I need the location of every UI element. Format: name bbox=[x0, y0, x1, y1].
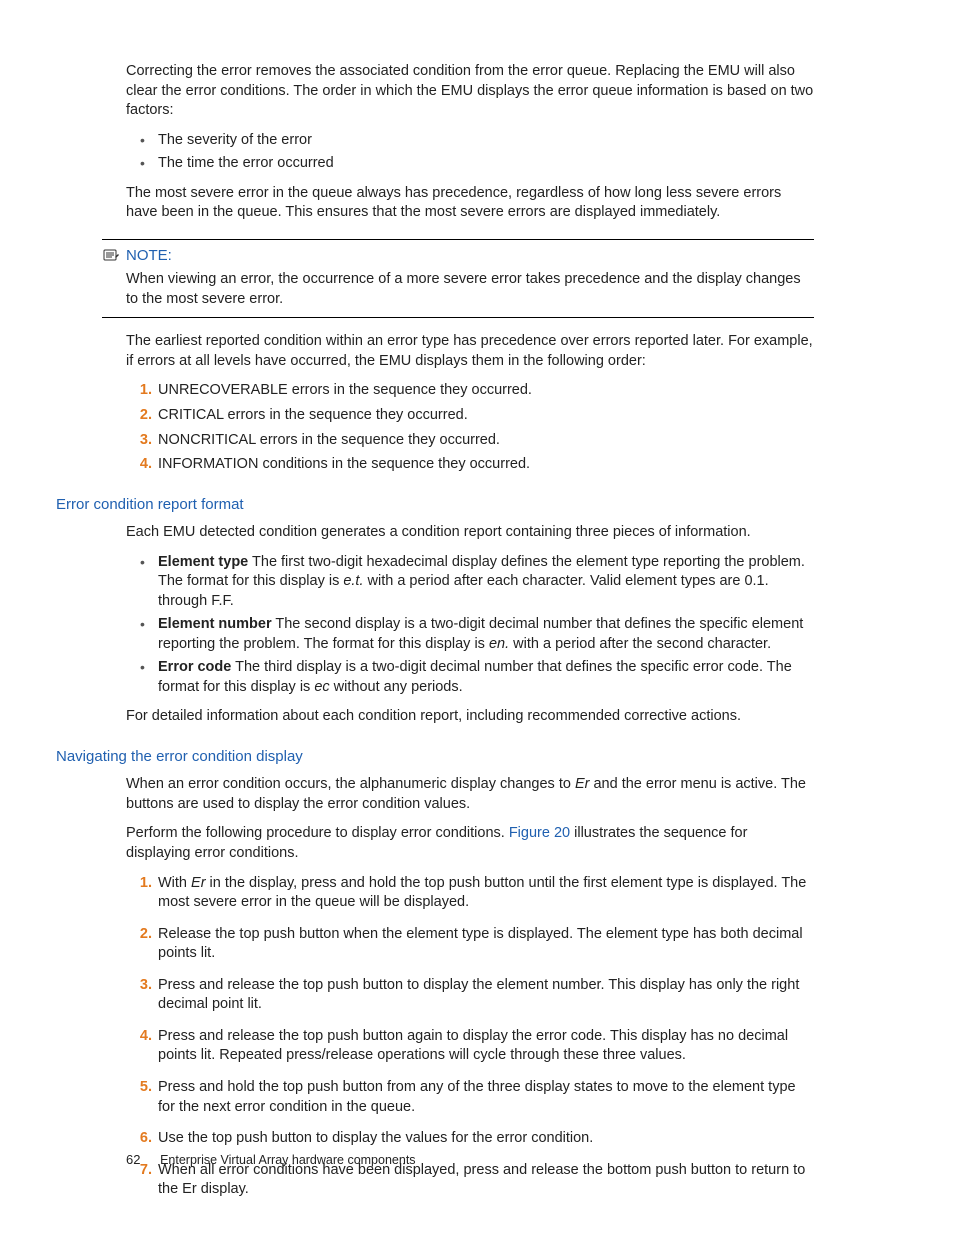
section-heading: Navigating the error condition display bbox=[56, 747, 814, 767]
paragraph: When an error condition occurs, the alph… bbox=[126, 775, 814, 814]
item-text: with a period after the second character… bbox=[509, 636, 771, 652]
step-text: Press and hold the top push button from … bbox=[158, 1079, 796, 1115]
section-heading: Error condition report format bbox=[56, 495, 814, 515]
item-code: en. bbox=[489, 636, 509, 652]
item-code: e.t. bbox=[343, 573, 363, 589]
factor-list: The severity of the error The time the e… bbox=[136, 131, 814, 174]
list-item: The severity of the error bbox=[136, 131, 814, 151]
step-text: Use the top push button to display the v… bbox=[158, 1130, 593, 1146]
step-text: Release the top push button when the ele… bbox=[158, 926, 803, 962]
list-item: Press and hold the top push button from … bbox=[126, 1078, 814, 1117]
item-code: ec bbox=[314, 679, 329, 695]
page-number: 62 bbox=[126, 1152, 140, 1167]
list-item: Error code The third display is a two-di… bbox=[136, 658, 814, 697]
note-block: NOTE: When viewing an error, the occurre… bbox=[102, 239, 814, 318]
inline-code: Er bbox=[191, 875, 206, 891]
text: Perform the following procedure to displ… bbox=[126, 825, 509, 841]
list-item: Element type The first two-digit hexadec… bbox=[136, 553, 814, 612]
list-item: Release the top push button when the ele… bbox=[126, 925, 814, 964]
text: When an error condition occurs, the alph… bbox=[126, 776, 575, 792]
list-item: Use the top push button to display the v… bbox=[126, 1129, 814, 1149]
item-label: Element number bbox=[158, 616, 272, 632]
item-label: Element type bbox=[158, 554, 248, 570]
step-text: in the display, press and hold the top p… bbox=[158, 875, 806, 911]
list-item: UNRECOVERABLE errors in the sequence the… bbox=[126, 381, 814, 401]
paragraph: Correcting the error removes the associa… bbox=[126, 62, 814, 121]
list-item: INFORMATION conditions in the sequence t… bbox=[126, 455, 814, 475]
list-item: Press and release the top push button ag… bbox=[126, 1027, 814, 1066]
note-icon bbox=[102, 248, 120, 262]
item-text: The third display is a two-digit decimal… bbox=[158, 659, 792, 695]
paragraph: Each EMU detected condition generates a … bbox=[126, 523, 814, 543]
figure-link[interactable]: Figure 20 bbox=[509, 825, 570, 841]
element-list: Element type The first two-digit hexadec… bbox=[136, 553, 814, 698]
list-item: Press and release the top push button to… bbox=[126, 976, 814, 1015]
item-label: Error code bbox=[158, 659, 231, 675]
precedence-list: UNRECOVERABLE errors in the sequence the… bbox=[126, 381, 814, 474]
document-page: Correcting the error removes the associa… bbox=[0, 0, 954, 1235]
list-item: The time the error occurred bbox=[136, 154, 814, 174]
list-item: CRITICAL errors in the sequence they occ… bbox=[126, 406, 814, 426]
list-item: NONCRITICAL errors in the sequence they … bbox=[126, 431, 814, 451]
inline-code: Er bbox=[575, 776, 590, 792]
paragraph: The most severe error in the queue alway… bbox=[126, 184, 814, 223]
paragraph: The earliest reported condition within a… bbox=[126, 332, 814, 371]
note-label: NOTE: bbox=[126, 246, 172, 266]
paragraph: Perform the following procedure to displ… bbox=[126, 824, 814, 863]
step-text: Press and release the top push button ag… bbox=[158, 1028, 788, 1064]
step-text: With bbox=[158, 875, 191, 891]
list-item: Element number The second display is a t… bbox=[136, 615, 814, 654]
step-text: Press and release the top push button to… bbox=[158, 977, 799, 1013]
list-item: With Er in the display, press and hold t… bbox=[126, 874, 814, 913]
page-footer: 62 Enterprise Virtual Array hardware com… bbox=[126, 1151, 416, 1169]
footer-title: Enterprise Virtual Array hardware compon… bbox=[160, 1153, 415, 1167]
paragraph: For detailed information about each cond… bbox=[126, 707, 814, 727]
item-text: without any periods. bbox=[330, 679, 463, 695]
note-body: When viewing an error, the occurrence of… bbox=[126, 270, 814, 309]
